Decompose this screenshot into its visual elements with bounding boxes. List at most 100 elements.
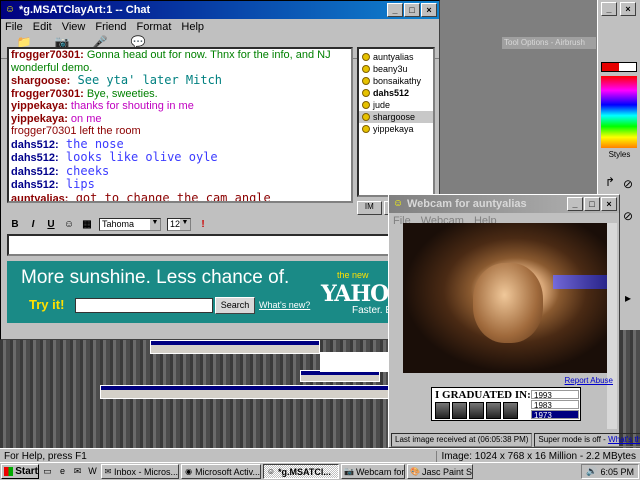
close-icon[interactable]: × [601,197,617,211]
task-label: Jasc Paint Sho... [421,466,472,477]
user-list-item[interactable]: jude [359,99,433,111]
user-list-item[interactable]: dahs512 [359,87,433,99]
message-text: thanks for shouting in me [67,100,194,112]
message-sender: yippekaya: [11,100,68,112]
menu-friend[interactable]: Friend [95,21,126,33]
user-list-item[interactable]: yippekaya [359,123,433,135]
emoticon-icon[interactable]: ☺ [63,219,75,230]
close-icon[interactable]: × [421,3,437,17]
status-image-info: Image: 1024 x 768 x 16 Million - 2.2 MBy… [436,451,640,462]
show-desktop-icon[interactable]: ▭ [41,465,54,478]
user-list-item[interactable]: bonsaikathy [359,75,433,87]
report-abuse-link[interactable]: Report Abuse [565,376,613,385]
swap-colors-icon[interactable]: ↱ [602,174,618,190]
user-status-icon [362,89,370,97]
no-style-icon[interactable]: ⊘ [620,176,636,192]
year-option[interactable]: 1993 [531,390,579,400]
underline-button[interactable]: U [45,219,57,230]
maximize-icon[interactable]: □ [584,197,600,211]
outlook-icon[interactable]: ✉ [71,465,84,478]
webcam-title: Webcam for auntyalias [407,198,527,210]
close-icon[interactable]: × [620,2,636,16]
taskbar-button[interactable]: 📷Webcam for a... [341,464,405,479]
internet-explorer-icon[interactable]: e [56,465,69,478]
menu-format[interactable]: Format [137,21,172,33]
year-option[interactable]: 1973 [531,410,579,420]
chat-message: dahs512: lips [9,178,351,192]
ad-whats-new-link[interactable]: What's new? [259,300,310,310]
face-photo [435,402,450,419]
yahoo-ad-banner[interactable]: More sunshine. Less chance of. Try it! S… [7,261,435,323]
tool-options-palette: Tool Options - Airbrush [502,37,596,49]
webcam-titlebar[interactable]: ☺ Webcam for auntyalias _ □ × [389,195,619,213]
volume-icon[interactable]: 🔊 [586,466,597,477]
user-name: beany3u [373,64,408,74]
year-option[interactable]: 1983 [531,400,579,410]
taskbar-button[interactable]: 🎨Jasc Paint Sho... [407,464,473,479]
color-palette[interactable] [601,76,637,148]
scroll-right-icon[interactable]: ▸ [620,290,636,306]
menu-file[interactable]: File [5,21,23,33]
chevron-down-icon: ▼ [150,218,160,230]
system-tray: 🔊 6:05 PM [581,464,639,479]
italic-button[interactable]: I [27,219,39,230]
im-button[interactable]: IM [357,201,382,215]
face-photo [452,402,467,419]
whats-this-link[interactable]: What's this? [608,435,640,444]
font-value: Tahoma [102,219,135,229]
message-text: frogger70301 left the room [11,125,141,137]
menu-help[interactable]: Help [181,21,204,33]
user-list-item[interactable]: beany3u [359,63,433,75]
taskbar-button[interactable]: ◉ Microsoft Activ... [181,464,261,479]
chat-titlebar[interactable]: ☺ *g.MSATClayArt:1 -- Chat _ □ × [1,1,439,19]
user-name: auntyalias [373,52,414,62]
graduation-ad[interactable]: I GRADUATED IN: 1993 1983 1973 [431,387,581,421]
text-color-icon[interactable]: ▦ [81,219,93,230]
message-text: lips [58,177,95,191]
maximize-icon[interactable]: □ [404,3,420,17]
task-app-icon: ☺ [266,466,276,476]
taskbar-button[interactable]: ✉ Inbox - Micros... [101,464,179,479]
message-sender: frogger70301: [11,87,84,100]
start-button[interactable]: Start [1,464,39,479]
word-icon[interactable]: W [86,465,99,478]
menu-edit[interactable]: Edit [33,21,52,33]
message-sender: yippekaya: [11,112,68,125]
user-name: dahs512 [373,88,410,98]
alert-icon[interactable]: ! [197,219,209,230]
menu-view[interactable]: View [62,21,86,33]
task-app-icon: 🎨 [410,466,420,476]
user-list-item[interactable]: shargoose [359,111,433,123]
taskbar-button[interactable]: ☺ *g.MSATCl... [263,464,339,479]
chat-input[interactable] [7,234,435,256]
webcam-scrollbar[interactable] [607,223,617,429]
ad-search-button[interactable]: Search [215,297,255,314]
face-photo [503,402,518,419]
color-swatch[interactable] [601,62,637,72]
message-sender: dahs512: [11,138,59,151]
font-select[interactable]: Tahoma ▼ [99,217,161,231]
bold-button[interactable]: B [9,219,21,230]
message-history[interactable]: frogger70301: Gonna head out for now. Th… [7,47,353,203]
chat-message: dahs512: cheeks [9,164,351,179]
no-texture-icon[interactable]: ⊘ [620,208,636,224]
webcam-app-icon: ☺ [392,198,404,209]
size-select[interactable]: 12 ▼ [167,217,191,231]
minimize-icon[interactable]: _ [601,2,617,16]
user-list-item[interactable]: auntyalias [359,51,433,63]
minimize-icon[interactable]: _ [387,3,403,17]
user-list[interactable]: auntyalias beany3u bonsaikathy dahs512 jude s… [357,47,435,197]
minimize-icon[interactable]: _ [567,197,583,211]
user-name: shargoose [373,112,416,122]
message-sender: dahs512: [11,152,59,164]
user-status-icon [362,125,370,133]
thumbnail-ad [320,352,390,372]
chevron-down-icon: ▼ [180,218,190,230]
message-sender: auntyalias: [11,192,69,203]
ad-search-input[interactable] [75,298,213,313]
chat-message: frogger70301: Gonna head out for now. Th… [9,49,351,62]
year-list[interactable]: 1993 1983 1973 [531,390,579,420]
message-text: See yta' later Mitch [70,73,223,87]
grad-ad-title: I GRADUATED IN: [435,389,531,401]
user-name: jude [373,100,391,110]
